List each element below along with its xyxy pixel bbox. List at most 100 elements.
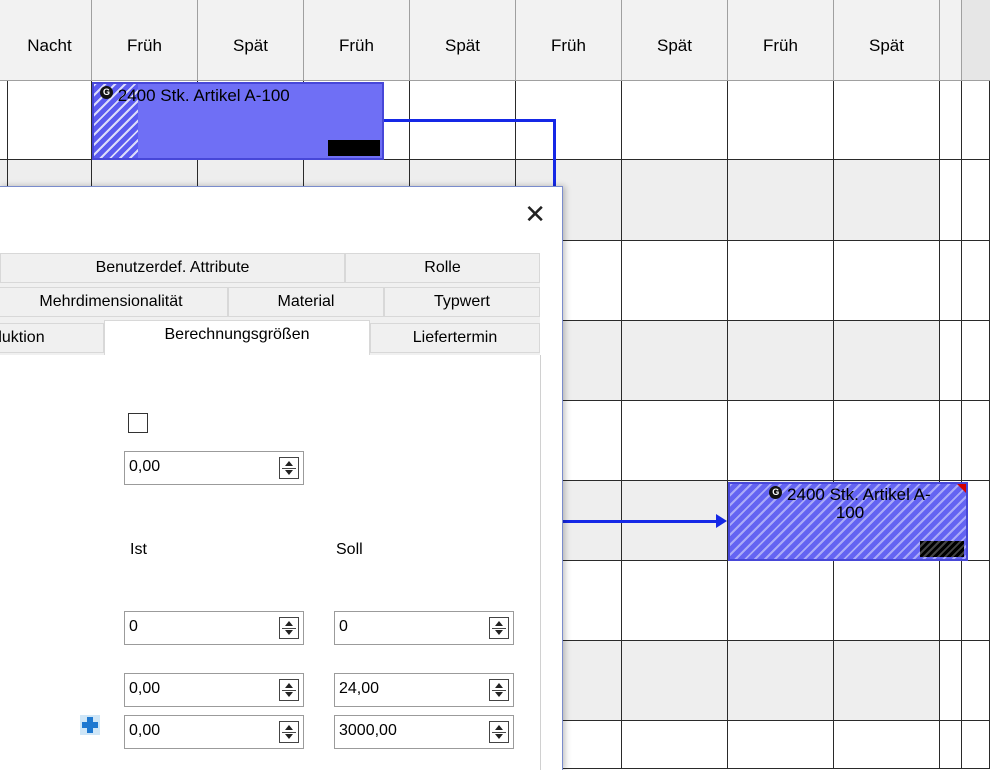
shift-header: Früh bbox=[516, 0, 622, 81]
close-icon[interactable]: ✕ bbox=[524, 201, 546, 227]
ist-spinbox[interactable]: 0,00 bbox=[124, 715, 304, 749]
bar-label-text: 2400 Stk. Artikel A- bbox=[787, 485, 931, 504]
shift-header-label: Spät bbox=[657, 36, 692, 55]
grid-cell bbox=[834, 321, 940, 401]
tab-page-berechnungsgroessen: 0,00 Ist Soll 0 0 0,00 24,00 0,00 3000,0… bbox=[0, 355, 541, 770]
value-spinbox[interactable]: 0,00 bbox=[124, 451, 304, 485]
shift-header-label: Früh bbox=[763, 36, 798, 55]
g-badge-icon: G bbox=[100, 86, 113, 99]
bar-label: G 2400 Stk. Artikel A- 100 bbox=[734, 486, 966, 522]
spin-updown-icon[interactable] bbox=[279, 457, 299, 479]
grid-cell bbox=[834, 641, 940, 721]
shift-header bbox=[962, 0, 990, 81]
grid-cell bbox=[622, 81, 728, 160]
shift-header-label: Spät bbox=[233, 36, 268, 55]
grid-cell bbox=[8, 81, 92, 160]
grid-cell bbox=[834, 160, 940, 241]
grid-cell bbox=[728, 241, 834, 321]
shift-header-label: Früh bbox=[127, 36, 162, 55]
grid-cell bbox=[728, 401, 834, 481]
grid-cell bbox=[940, 401, 962, 481]
grid-cell bbox=[940, 321, 962, 401]
spin-updown-icon[interactable] bbox=[279, 721, 299, 743]
tab-material[interactable]: Material bbox=[228, 287, 384, 317]
spin-updown-icon[interactable] bbox=[279, 679, 299, 701]
dependency-link bbox=[562, 520, 720, 523]
dependency-link bbox=[384, 119, 556, 122]
shift-header: Früh bbox=[92, 0, 198, 81]
grid-cell bbox=[622, 401, 728, 481]
shift-header: Spät bbox=[198, 0, 304, 81]
link-arrow-icon bbox=[716, 514, 727, 528]
g-badge-icon: G bbox=[769, 486, 783, 499]
grid-cell bbox=[728, 721, 834, 769]
grid-cell bbox=[728, 321, 834, 401]
tab-berechnungsgroessen[interactable]: Berechnungsgrößen bbox=[104, 320, 370, 356]
grid-cell bbox=[622, 721, 728, 769]
grid-cell bbox=[962, 721, 990, 769]
grid-cell bbox=[728, 641, 834, 721]
grid-cell bbox=[622, 241, 728, 321]
tab-produktion[interactable]: duktion bbox=[0, 323, 104, 353]
spinbox-value: 0,00 bbox=[129, 458, 161, 475]
bar-label-text: 2400 Stk. Artikel A-100 bbox=[117, 86, 290, 105]
shift-header bbox=[940, 0, 962, 81]
grid-cell bbox=[940, 81, 962, 160]
option-checkbox[interactable] bbox=[128, 413, 148, 433]
shift-header: Spät bbox=[410, 0, 516, 81]
bar-label: G 2400 Stk. Artikel A-100 bbox=[100, 86, 290, 106]
spinbox-value: 24,00 bbox=[339, 680, 380, 697]
ist-spinbox[interactable]: 0,00 bbox=[124, 673, 304, 707]
order-bar[interactable]: G 2400 Stk. Artikel A-100 bbox=[92, 82, 384, 160]
bar-label-text: 100 bbox=[835, 503, 865, 522]
grid-cell bbox=[940, 721, 962, 769]
spin-updown-icon[interactable] bbox=[489, 617, 509, 639]
tab-rolle[interactable]: Rolle bbox=[345, 253, 540, 283]
grid-cell bbox=[834, 241, 940, 321]
tab-typwert[interactable]: Typwert bbox=[384, 287, 540, 317]
spinbox-value: 0,00 bbox=[129, 680, 161, 697]
grid-cell bbox=[834, 401, 940, 481]
soll-spinbox[interactable]: 3000,00 bbox=[334, 715, 514, 749]
spin-updown-icon[interactable] bbox=[279, 617, 299, 639]
grid-cell bbox=[962, 241, 990, 321]
spinbox-value: 0 bbox=[129, 618, 138, 635]
plus-icon[interactable] bbox=[80, 715, 100, 735]
grid-cell bbox=[622, 321, 728, 401]
soll-spinbox[interactable]: 24,00 bbox=[334, 673, 514, 707]
grid-cell bbox=[962, 401, 990, 481]
order-bar[interactable]: G 2400 Stk. Artikel A- 100 bbox=[728, 482, 968, 561]
grid-cell bbox=[622, 561, 728, 641]
grid-cell bbox=[962, 561, 990, 641]
spinbox-value: 3000,00 bbox=[339, 722, 397, 739]
shift-header: Früh bbox=[304, 0, 410, 81]
shift-header-label: Früh bbox=[551, 36, 586, 55]
tab-mehrdimensionalitaet[interactable]: Mehrdimensionalität bbox=[0, 287, 228, 317]
grid-cell bbox=[728, 160, 834, 241]
shift-header-label: Nacht bbox=[27, 36, 72, 55]
grid-cell bbox=[940, 561, 962, 641]
grid-cell bbox=[834, 721, 940, 769]
spin-updown-icon[interactable] bbox=[489, 721, 509, 743]
soll-spinbox[interactable]: 0 bbox=[334, 611, 514, 645]
grid-cell bbox=[940, 160, 962, 241]
grid-cell bbox=[622, 641, 728, 721]
ist-label: Ist bbox=[130, 541, 147, 558]
tab-benutzerdef-attribute[interactable]: Benutzerdef. Attribute bbox=[0, 253, 345, 283]
properties-dialog: ✕ Benutzerdef. Attribute Rolle Mehrdimen… bbox=[0, 186, 563, 770]
grid-cell bbox=[962, 81, 990, 160]
bar-flag-icon bbox=[957, 484, 966, 493]
grid-cell bbox=[834, 81, 940, 160]
ist-spinbox[interactable]: 0 bbox=[124, 611, 304, 645]
shift-header-label: Spät bbox=[445, 36, 480, 55]
grid-cell bbox=[962, 641, 990, 721]
soll-label: Soll bbox=[336, 541, 363, 558]
bar-end-marker bbox=[920, 541, 964, 557]
grid-cell bbox=[940, 241, 962, 321]
shift-header: Spät bbox=[834, 0, 940, 81]
grid-cell bbox=[728, 81, 834, 160]
grid-cell bbox=[940, 641, 962, 721]
tab-liefertermin[interactable]: Liefertermin bbox=[370, 323, 540, 353]
shift-header: Früh bbox=[728, 0, 834, 81]
spin-updown-icon[interactable] bbox=[489, 679, 509, 701]
